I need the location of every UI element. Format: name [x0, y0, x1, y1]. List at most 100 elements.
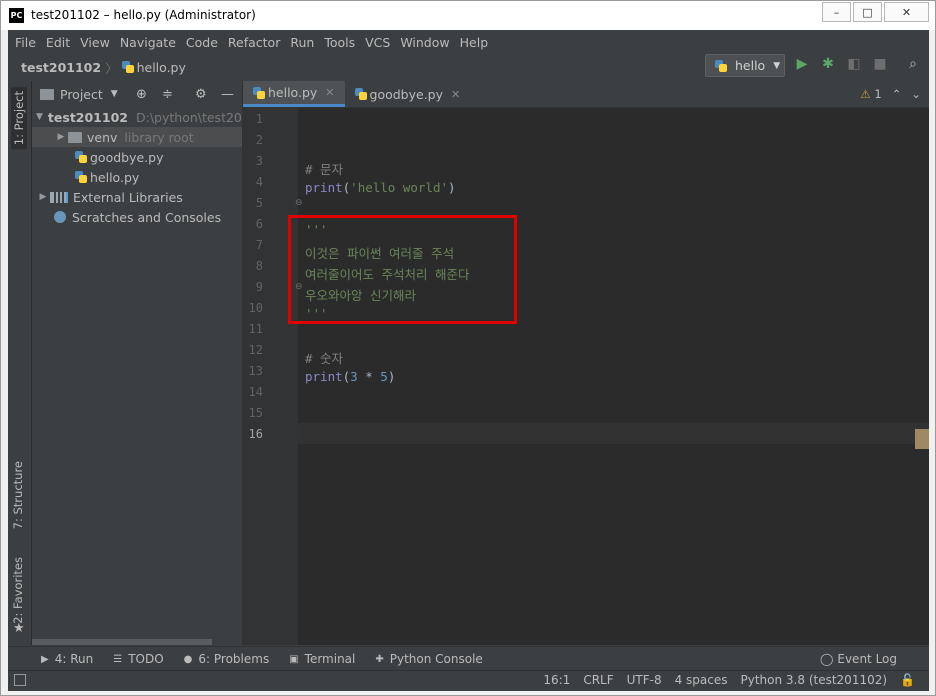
tree-item-label: goodbye.py — [90, 149, 164, 165]
left-tool-strip: 1: Project 7: Structure 2: Favorites ★ — [8, 81, 32, 645]
line-number: 13 — [248, 364, 263, 378]
close-button[interactable]: ✕ — [884, 2, 929, 22]
line-number: 2 — [255, 133, 263, 147]
line-number: 12 — [248, 343, 263, 357]
minimize-button[interactable]: – — [822, 2, 851, 22]
hide-icon[interactable]: — — [221, 87, 234, 102]
tab-label: hello.py — [268, 85, 318, 100]
tool-label: 4: Run — [54, 652, 94, 666]
tab-label: goodbye.py — [369, 86, 444, 102]
tree-item-path: D:\python\test201102 — [135, 109, 242, 125]
run-tool-button[interactable]: ▶ 4: Run — [41, 652, 93, 666]
warning-count[interactable]: ⚠ 1 — [860, 87, 881, 101]
string-literal: 'hello world' — [350, 180, 449, 195]
chevron-down-icon[interactable]: ⌄ — [911, 87, 921, 101]
play-icon[interactable]: ▶ — [793, 56, 811, 72]
tree-item-project-root[interactable]: ▼ test201102 D:\python\test201102 — [32, 107, 242, 127]
menu-window[interactable]: Window — [400, 35, 449, 50]
menu-edit[interactable]: Edit — [46, 35, 70, 50]
locate-icon[interactable]: ⊕ — [136, 87, 147, 102]
editor-tabs: hello.py ✕ goodbye.py ✕ — [243, 81, 929, 108]
line-number: 11 — [248, 322, 263, 336]
gear-icon[interactable]: ⚙ — [195, 87, 207, 102]
project-panel-header: Project ▼ ⊕ ≑ ⚙ — — [32, 81, 242, 107]
operator: * — [357, 369, 381, 384]
application-window: PC test201102 – hello.py (Administrator)… — [0, 0, 936, 696]
breadcrumb-file[interactable]: hello.py — [137, 60, 186, 75]
line-number: 3 — [255, 154, 263, 168]
tree-item-goodbye-py[interactable]: goodbye.py — [32, 147, 242, 167]
annotation-highlight-box — [288, 215, 517, 324]
line-number: 6 — [255, 217, 263, 231]
expand-arrow-icon[interactable]: ▶ — [54, 132, 68, 142]
menu-run[interactable]: Run — [290, 35, 314, 50]
collapse-all-icon[interactable]: ≑ — [162, 87, 173, 102]
terminal-tool-button[interactable]: ▣ Terminal — [289, 652, 355, 666]
lock-icon[interactable]: 🔓 — [900, 673, 915, 687]
maximize-button[interactable]: □ — [853, 2, 882, 22]
interpreter-selector[interactable]: Python 3.8 (test201102) — [741, 673, 888, 687]
problems-icon: ● — [183, 653, 193, 665]
menu-refactor[interactable]: Refactor — [228, 35, 280, 50]
run-configuration-select[interactable]: hello ▼ — [705, 54, 785, 77]
function-name: print — [305, 369, 343, 384]
menu-navigate[interactable]: Navigate — [120, 35, 176, 50]
file-encoding[interactable]: UTF-8 — [627, 673, 662, 687]
line-separator[interactable]: CRLF — [583, 673, 613, 687]
tool-favorites-tab[interactable]: 2: Favorites — [11, 557, 25, 624]
tree-item-label: venv — [87, 129, 118, 145]
fold-marker-icon[interactable]: ⊖ — [295, 198, 303, 208]
python-file-icon — [75, 171, 87, 183]
python-console-tool-button[interactable]: ✚ Python Console — [375, 652, 482, 666]
stop-icon[interactable]: ■ — [871, 56, 889, 72]
menu-file[interactable]: File — [15, 35, 36, 50]
tree-item-scratches[interactable]: Scratches and Consoles — [32, 207, 242, 227]
inspection-widget[interactable]: ⚠ 1 ⌃ ⌄ — [860, 87, 921, 101]
horizontal-scrollbar[interactable] — [32, 639, 212, 645]
menu-vcs[interactable]: VCS — [365, 35, 390, 50]
tree-item-external-libraries[interactable]: ▶ External Libraries — [32, 187, 242, 207]
chevron-down-icon[interactable]: ▼ — [111, 89, 118, 99]
coverage-icon[interactable]: ◧ — [845, 56, 863, 72]
todo-tool-button[interactable]: ☰ TODO — [113, 652, 163, 666]
python-icon: ✚ — [375, 653, 384, 665]
close-tab-icon[interactable]: ✕ — [451, 88, 460, 101]
toggle-tool-windows-icon[interactable] — [14, 674, 26, 686]
search-icon[interactable]: ⌕ — [904, 56, 922, 72]
problems-tool-button[interactable]: ● 6: Problems — [184, 652, 270, 666]
breadcrumb-project[interactable]: test201102 — [21, 60, 101, 75]
menu-code[interactable]: Code — [186, 35, 218, 50]
project-panel-title[interactable]: Project — [60, 87, 103, 102]
expand-arrow-icon[interactable]: ▶ — [36, 192, 50, 202]
menu-help[interactable]: Help — [460, 35, 489, 50]
code-line-12: print(3 * 5) — [305, 369, 395, 384]
python-file-icon — [121, 61, 134, 73]
code-editor[interactable]: hello.py ✕ goodbye.py ✕ 1 2 3 4 5 6 7 8 — [243, 81, 929, 645]
comment-text: # 숫자 — [305, 351, 344, 366]
indent-setting[interactable]: 4 spaces — [675, 673, 728, 687]
project-panel: Project ▼ ⊕ ≑ ⚙ — ▼ test201102 D:\python… — [32, 81, 243, 645]
caret-position[interactable]: 16:1 — [543, 673, 570, 687]
tool-structure-tab[interactable]: 7: Structure — [11, 461, 25, 529]
tree-item-venv[interactable]: ▶ venv library root — [32, 127, 242, 147]
python-icon — [715, 59, 727, 72]
tree-item-hello-py[interactable]: hello.py — [32, 167, 242, 187]
scrollbar-marker[interactable] — [915, 429, 929, 449]
menu-view[interactable]: View — [80, 35, 110, 50]
expand-arrow-icon[interactable]: ▼ — [36, 112, 43, 122]
line-number: 16 — [248, 427, 263, 441]
menu-tools[interactable]: Tools — [324, 35, 355, 50]
event-log-button[interactable]: ◯ Event Log — [820, 652, 897, 666]
tab-hello-py[interactable]: hello.py ✕ — [243, 81, 345, 107]
line-number-gutter: 1 2 3 4 5 6 7 8 9 10 11 12 13 14 15 16 ⊖… — [243, 108, 303, 645]
close-tab-icon[interactable]: ✕ — [325, 86, 334, 99]
tool-project-tab[interactable]: 1: Project — [11, 87, 27, 150]
code-line-3: print('hello world') — [305, 180, 456, 195]
chevron-up-icon[interactable]: ⌃ — [892, 87, 902, 101]
debug-icon[interactable]: ✱ — [819, 56, 837, 72]
code-line-2: # 문자 — [305, 159, 343, 178]
python-file-icon — [354, 88, 367, 100]
line-number: 14 — [248, 385, 263, 399]
tab-goodbye-py[interactable]: goodbye.py ✕ — [345, 81, 471, 107]
tool-label: 6: Problems — [198, 652, 270, 666]
